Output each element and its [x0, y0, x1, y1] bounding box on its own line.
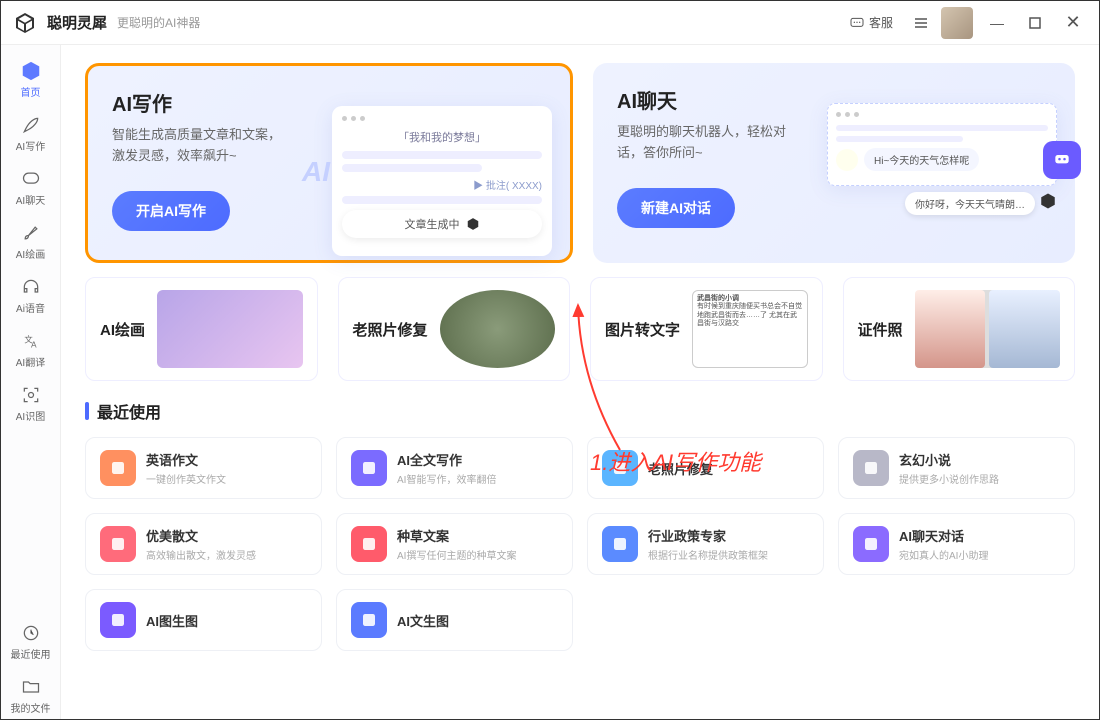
titlebar: 聪明灵犀 更聪明的AI神器 客服 — ✕: [1, 1, 1099, 45]
generating-status: 文章生成中: [342, 210, 542, 238]
tool-card[interactable]: 行业政策专家根据行业名称提供政策框架: [587, 513, 824, 575]
minimize-button[interactable]: —: [983, 9, 1011, 37]
tool-card[interactable]: 老照片修复: [587, 437, 824, 499]
home-icon: [20, 60, 42, 82]
brush-icon: [20, 222, 42, 244]
app-name: 聪明灵犀: [47, 12, 107, 33]
nav-write[interactable]: AI写作: [7, 109, 55, 157]
feature-id-photo[interactable]: 证件照: [843, 277, 1076, 381]
folder-icon: [20, 676, 42, 698]
nav-recent[interactable]: 最近使用: [7, 617, 55, 665]
nav-voice[interactable]: Ai语音: [7, 271, 55, 319]
hero-ai-write-card[interactable]: AI写作 智能生成高质量文章和文案，激发灵感，效率飙升~ 开启AI写作 AI 「…: [85, 63, 573, 263]
nav-translate[interactable]: 文A AI翻译: [7, 325, 55, 373]
nav-files[interactable]: 我的文件: [7, 671, 55, 719]
recent-section-header: 最近使用: [85, 399, 1075, 423]
tool-card[interactable]: 英语作文一键创作英文作文: [85, 437, 322, 499]
nav-paint[interactable]: AI绘画: [7, 217, 55, 265]
nav-ocr[interactable]: AI识图: [7, 379, 55, 427]
id-thumb: [915, 290, 1060, 368]
tool-icon: [351, 526, 387, 562]
start-ai-write-button[interactable]: 开启AI写作: [112, 191, 230, 231]
photo-thumb: [440, 290, 555, 368]
chat-user-avatar-icon: [836, 149, 858, 171]
tool-icon: [602, 450, 638, 486]
app-logo-icon: [13, 11, 37, 35]
close-button[interactable]: ✕: [1059, 9, 1087, 37]
ai-badge: AI: [302, 156, 330, 188]
hero-write-desc: 智能生成高质量文章和文案，激发灵感，效率飙升~: [112, 125, 292, 167]
new-ai-chat-button[interactable]: 新建AI对话: [617, 188, 735, 228]
tool-card[interactable]: AI图生图: [85, 589, 322, 651]
tool-card[interactable]: 优美散文高效输出散文，激发灵感: [85, 513, 322, 575]
svg-text:A: A: [31, 339, 37, 349]
float-chat-icon: [1043, 141, 1081, 179]
user-avatar[interactable]: [941, 7, 973, 39]
feature-ai-paint[interactable]: AI绘画: [85, 277, 318, 381]
translate-icon: 文A: [20, 330, 42, 352]
nav-home[interactable]: 首页: [7, 55, 55, 103]
nav-chat[interactable]: AI聊天: [7, 163, 55, 211]
tool-icon: [100, 602, 136, 638]
paint-thumb: [157, 290, 302, 368]
tool-card[interactable]: AI全文写作AI智能写作，效率翻倍: [336, 437, 573, 499]
customer-service-button[interactable]: 客服: [841, 10, 901, 35]
chat-icon: [20, 168, 42, 190]
doc-thumb: 武昌街的小调 有时候到重庆随便买书总会不自觉地跑武昌街而去……了 尤其在武昌街与…: [692, 290, 807, 368]
maximize-button[interactable]: [1021, 9, 1049, 37]
clock-icon: [20, 622, 42, 644]
tool-card[interactable]: AI文生图: [336, 589, 573, 651]
headphone-icon: [20, 276, 42, 298]
scan-icon: [20, 384, 42, 406]
main-content: AI写作 智能生成高质量文章和文案，激发灵感，效率飙升~ 开启AI写作 AI 「…: [61, 45, 1099, 719]
tool-icon: [853, 526, 889, 562]
write-preview-panel: AI 「我和我的梦想」 ▶ 批注( XXXX) 文章生成中: [332, 106, 552, 256]
tool-icon: [100, 450, 136, 486]
tool-card[interactable]: AI聊天对话宛如真人的AI小助理: [838, 513, 1075, 575]
tool-icon: [602, 526, 638, 562]
app-tagline: 更聪明的AI神器: [117, 14, 200, 31]
tool-icon: [100, 526, 136, 562]
menu-icon[interactable]: [911, 14, 931, 32]
hero-ai-chat-card[interactable]: AI聊天 更聪明的聊天机器人，轻松对话，答你所问~ 新建AI对话 Hi~今天的天…: [593, 63, 1075, 263]
feather-icon: [20, 114, 42, 136]
chat-preview-panel: Hi~今天的天气怎样呢 你好呀，今天天气晴朗…: [827, 103, 1057, 215]
tool-icon: [853, 450, 889, 486]
tool-icon: [351, 450, 387, 486]
feature-ocr[interactable]: 图片转文字 武昌街的小调 有时候到重庆随便买书总会不自觉地跑武昌街而去……了 尤…: [590, 277, 823, 381]
tool-card[interactable]: 种草文案AI撰写任何主题的种草文案: [336, 513, 573, 575]
tool-icon: [351, 602, 387, 638]
feature-photo-restore[interactable]: 老照片修复: [338, 277, 571, 381]
sidebar: 首页 AI写作 AI聊天 AI绘画 Ai语音 文A AI翻译: [1, 45, 61, 719]
hero-chat-desc: 更聪明的聊天机器人，轻松对话，答你所问~: [617, 122, 797, 164]
tool-card[interactable]: 玄幻小说提供更多小说创作思路: [838, 437, 1075, 499]
